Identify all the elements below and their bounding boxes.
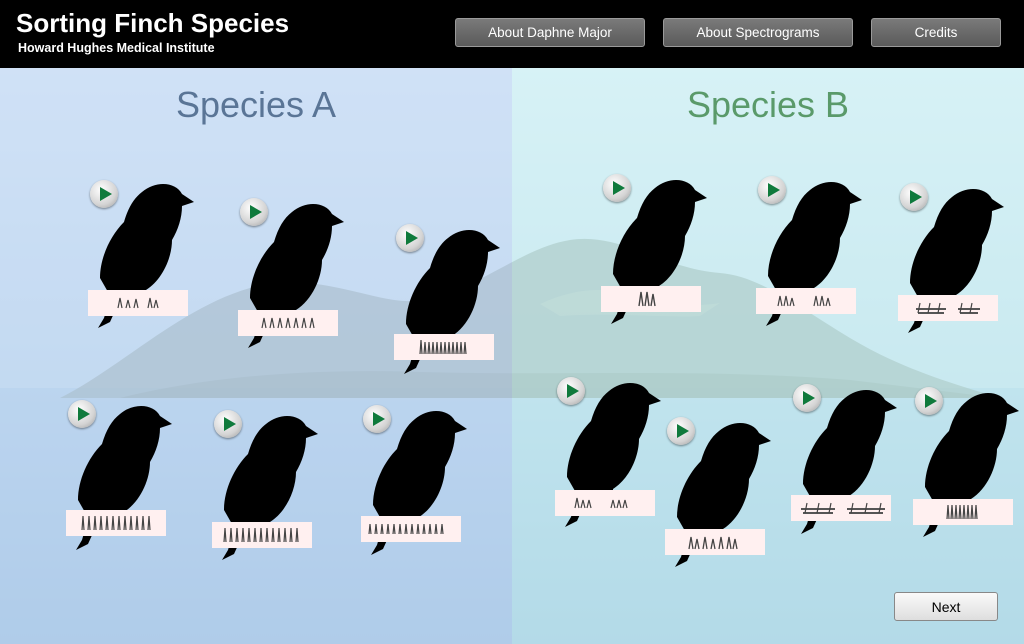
spectrogram-card[interactable] [66,510,166,536]
app-subtitle: Howard Hughes Medical Institute [18,41,215,55]
spectrogram-card[interactable] [394,334,494,360]
finch-card[interactable] [913,387,1024,547]
spectrogram-card[interactable] [791,495,891,521]
finch-card[interactable] [756,176,878,336]
spectrogram-card[interactable] [601,286,701,312]
play-icon[interactable] [90,180,118,208]
play-icon[interactable] [396,224,424,252]
spectrogram-card[interactable] [212,522,312,548]
species-a-heading: Species A [175,84,337,125]
header-bar: Sorting Finch Species Howard Hughes Medi… [0,0,1024,68]
spectrogram-card[interactable] [555,490,655,516]
play-icon[interactable] [603,174,631,202]
spectrogram-card[interactable] [898,295,998,321]
finch-card[interactable] [665,417,787,577]
sorting-scene: Species A Species B [0,68,1024,644]
next-button[interactable]: Next [894,592,998,621]
play-icon[interactable] [667,417,695,445]
app-title: Sorting Finch Species [16,8,290,38]
spectrogram-card[interactable] [361,516,461,542]
about-spectrograms-button[interactable]: About Spectrograms [663,18,853,47]
play-icon[interactable] [214,410,242,438]
play-icon[interactable] [915,387,943,415]
about-daphne-major-button[interactable]: About Daphne Major [455,18,645,47]
play-icon[interactable] [758,176,786,204]
spectrogram-card[interactable] [88,290,188,316]
finch-card[interactable] [238,198,360,358]
finch-card[interactable] [555,377,677,537]
finch-card[interactable] [394,224,516,384]
spectrogram-card[interactable] [665,529,765,555]
finch-card[interactable] [88,178,210,338]
play-icon[interactable] [68,400,96,428]
finch-card[interactable] [791,384,913,544]
finch-card[interactable] [601,174,723,334]
play-icon[interactable] [240,198,268,226]
finch-card[interactable] [66,400,188,560]
species-b-heading: Species B [686,84,850,125]
play-icon[interactable] [900,183,928,211]
play-icon[interactable] [557,377,585,405]
spectrogram-card[interactable] [756,288,856,314]
finch-card[interactable] [898,183,1020,343]
play-icon[interactable] [793,384,821,412]
play-icon[interactable] [363,405,391,433]
spectrogram-card[interactable] [238,310,338,336]
finch-card[interactable] [361,405,483,565]
finch-card[interactable] [212,410,334,570]
spectrogram-card[interactable] [913,499,1013,525]
credits-button[interactable]: Credits [871,18,1001,47]
